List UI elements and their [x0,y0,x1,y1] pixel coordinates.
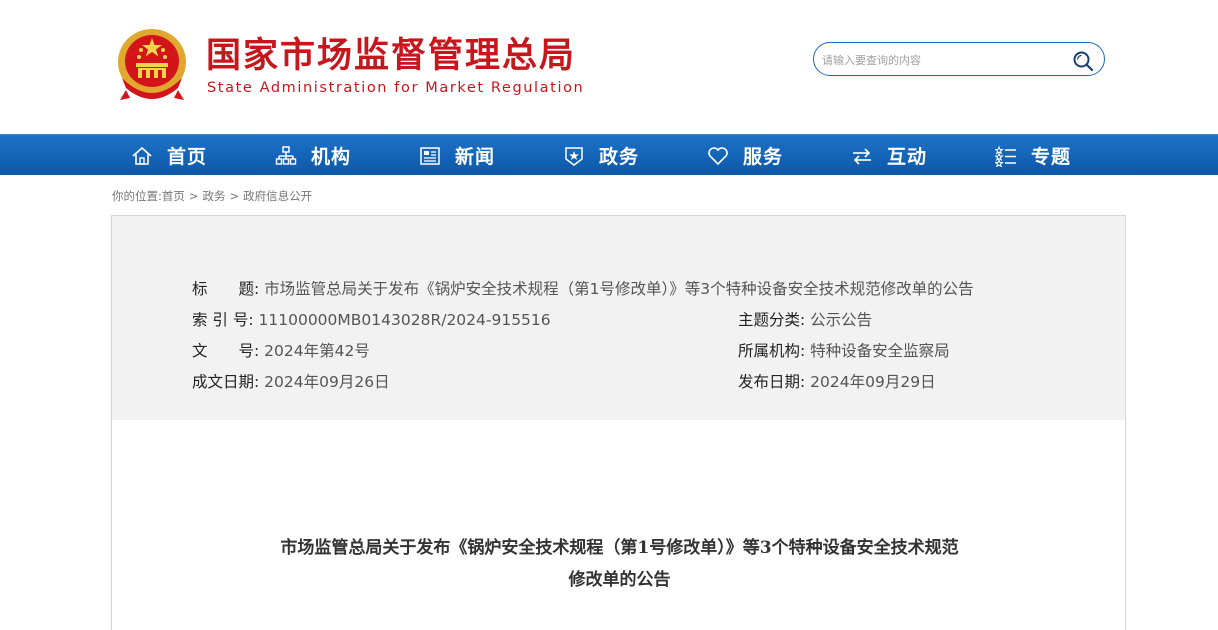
nav-item-home[interactable]: 首页 [131,135,261,176]
search-box [813,42,1105,76]
nav-item-interaction[interactable]: 互动 [851,135,981,176]
nav-label: 互动 [887,146,928,168]
badge-star-icon [565,146,583,166]
meta-docno-label: 文 号: [192,342,260,360]
org-chart-icon [275,145,297,165]
breadcrumb-link-gov-info[interactable]: 政府信息公开 [243,189,312,203]
article-title: 市场监管总局关于发布《锅炉安全技术规程（第1号修改单）》等3个特种设备安全技术规… [112,532,1127,596]
document-meta-panel: 标 题: 市场监管总局关于发布《锅炉安全技术规程（第1号修改单）》等3个特种设备… [111,215,1126,421]
meta-index-value: 11100000MB0143028R/2024-915516 [258,311,551,329]
meta-org-row: 所属机构: 特种设备安全监察局 [738,339,950,361]
nav-label: 服务 [743,146,784,168]
breadcrumb-prefix: 你的位置: [112,189,162,203]
meta-org-value: 特种设备安全监察局 [810,342,950,360]
meta-docno-row: 文 号: 2024年第42号 [192,339,370,361]
breadcrumb-link-government[interactable]: 政务 [203,189,226,203]
national-emblem-icon [118,29,186,100]
site-header: 国家市场监督管理总局 State Administration for Mark… [0,0,1218,134]
article-title-line-2: 修改单的公告 [568,570,671,590]
meta-org-label: 所属机构: [738,342,806,360]
nav-item-topics[interactable]: 专题 [995,135,1125,176]
breadcrumb-separator: > [229,189,240,203]
site-title: 国家市场监督管理总局 [206,36,577,76]
meta-category-label: 主题分类: [738,311,806,329]
breadcrumb-link-home[interactable]: 首页 [162,189,185,203]
nav-item-news[interactable]: 新闻 [419,135,549,176]
nav-label: 新闻 [455,146,496,168]
nav-item-service[interactable]: 服务 [707,135,837,176]
meta-category-row: 主题分类: 公示公告 [738,308,872,330]
meta-index-label: 索 引 号: [192,311,254,329]
article-body: 市场监管总局关于发布《锅炉安全技术规程（第1号修改单）》等3个特种设备安全技术规… [111,420,1126,630]
nav-label: 机构 [311,146,352,168]
newspaper-icon [420,146,440,165]
home-icon [132,146,152,165]
site-subtitle: State Administration for Market Regulati… [207,80,585,96]
breadcrumb-separator: > [188,189,199,203]
search-input[interactable] [822,48,1062,72]
swap-arrows-icon [853,147,871,165]
nav-item-government[interactable]: 政务 [563,135,693,176]
meta-title-row: 标 题: 市场监管总局关于发布《锅炉安全技术规程（第1号修改单）》等3个特种设备… [192,277,974,299]
meta-published-value: 2024年09月29日 [810,373,936,391]
meta-created-row: 成文日期: 2024年09月26日 [192,370,390,392]
main-nav: 首页 机构 新闻 政务 服务 互动 专题 [0,134,1218,175]
meta-published-row: 发布日期: 2024年09月29日 [738,370,936,392]
meta-published-label: 发布日期: [738,373,806,391]
meta-created-label: 成文日期: [192,373,260,391]
nav-item-org[interactable]: 机构 [275,135,405,176]
breadcrumb: 你的位置:首页 > 政务 > 政府信息公开 [112,188,312,204]
topic-list-icon [995,145,1016,167]
search-icon[interactable] [1072,50,1094,72]
meta-title-label: 标 题: [192,280,260,298]
meta-index-row: 索 引 号: 11100000MB0143028R/2024-915516 [192,308,551,330]
meta-category-value: 公示公告 [810,311,873,329]
heart-icon [708,146,728,165]
meta-title-value: 市场监管总局关于发布《锅炉安全技术规程（第1号修改单）》等3个特种设备安全技术规… [264,280,974,298]
nav-label: 政务 [599,146,640,168]
meta-created-value: 2024年09月26日 [264,373,390,391]
meta-docno-value: 2024年第42号 [264,342,370,360]
article-title-line-1: 市场监管总局关于发布《锅炉安全技术规程（第1号修改单）》等3个特种设备安全技术规… [280,538,959,558]
nav-label: 专题 [1031,146,1072,168]
nav-label: 首页 [167,146,208,168]
